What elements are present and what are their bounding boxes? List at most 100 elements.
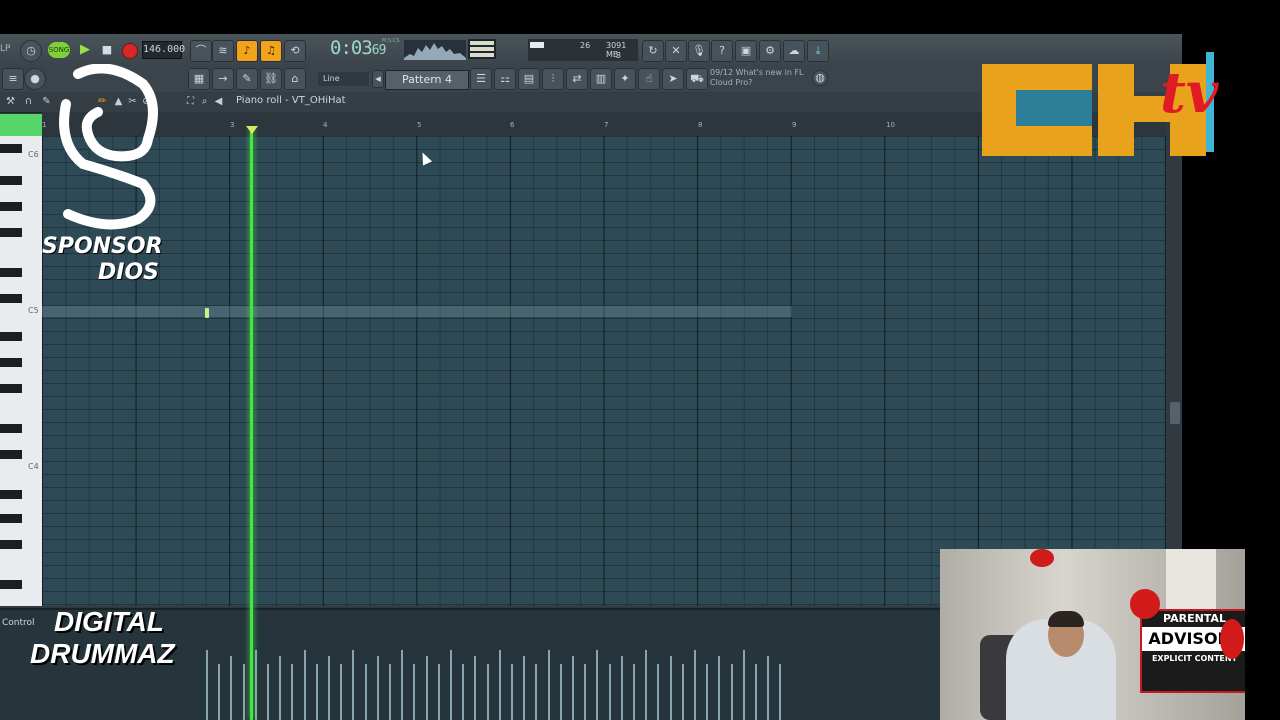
velocity-stem[interactable] bbox=[474, 656, 477, 720]
loop-record-icon[interactable]: ⟲ bbox=[284, 40, 306, 62]
plugin-icon[interactable]: ⚙ bbox=[759, 40, 781, 62]
velocity-stem[interactable] bbox=[425, 656, 428, 720]
velocity-stem[interactable] bbox=[596, 650, 599, 720]
channel-rack-icon[interactable]: ⚏ bbox=[494, 68, 516, 90]
black-key[interactable] bbox=[0, 580, 22, 589]
velocity-stem[interactable] bbox=[437, 664, 440, 720]
black-key[interactable] bbox=[0, 202, 22, 211]
velocity-stem[interactable] bbox=[718, 656, 721, 720]
note[interactable] bbox=[205, 308, 209, 318]
velocity-stem[interactable] bbox=[535, 664, 538, 720]
velocity-stem[interactable] bbox=[633, 664, 635, 720]
velocity-stem[interactable] bbox=[620, 656, 623, 720]
velocity-stem[interactable] bbox=[315, 664, 318, 720]
save-icon[interactable]: ▣ bbox=[735, 40, 757, 62]
velocity-stem[interactable] bbox=[328, 656, 330, 720]
cart-icon[interactable]: ⛟ bbox=[686, 68, 708, 90]
velocity-stem[interactable] bbox=[462, 664, 465, 720]
help-icon[interactable]: ? bbox=[711, 40, 733, 62]
velocity-stem[interactable] bbox=[486, 664, 489, 720]
velocity-stem[interactable] bbox=[779, 664, 782, 720]
arrow-icon[interactable]: → bbox=[212, 68, 234, 90]
black-key[interactable] bbox=[0, 228, 22, 237]
step-edit-icon[interactable]: ♫ bbox=[260, 40, 282, 62]
velocity-stem[interactable] bbox=[230, 656, 233, 720]
velocity-stem[interactable] bbox=[730, 664, 733, 720]
velocity-stem[interactable] bbox=[523, 656, 526, 720]
undo-icon[interactable]: ↻ bbox=[642, 40, 664, 62]
vertical-scrollbar[interactable] bbox=[1168, 136, 1182, 606]
browser-icon[interactable]: ▥ bbox=[590, 68, 612, 90]
piano-keyboard[interactable]: C6 C5 C4 bbox=[0, 136, 42, 606]
velocity-stem[interactable] bbox=[352, 650, 355, 720]
velocity-stem[interactable] bbox=[206, 650, 208, 720]
velocity-stem[interactable] bbox=[742, 650, 745, 720]
velocity-stem[interactable] bbox=[303, 650, 306, 720]
select-icon[interactable]: ⛶ bbox=[184, 95, 197, 108]
plugin-picker-icon[interactable]: ✦ bbox=[614, 68, 636, 90]
velocity-stem[interactable] bbox=[511, 664, 513, 720]
velocity-stem[interactable] bbox=[340, 664, 343, 720]
playhead[interactable] bbox=[250, 130, 253, 720]
record-button[interactable] bbox=[122, 43, 138, 59]
knob-icon[interactable]: ● bbox=[24, 68, 46, 90]
brush-icon[interactable]: ✎ bbox=[236, 68, 258, 90]
stamp-icon[interactable]: ⌂ bbox=[284, 68, 306, 90]
black-key[interactable] bbox=[0, 384, 22, 393]
black-key[interactable] bbox=[0, 540, 22, 549]
routing-icon[interactable]: ⇄ bbox=[566, 68, 588, 90]
velocity-stem[interactable] bbox=[547, 650, 550, 720]
velocity-stem[interactable] bbox=[608, 664, 611, 720]
script-icon[interactable]: ➤ bbox=[662, 68, 684, 90]
black-key[interactable] bbox=[0, 268, 22, 277]
metronome-icon[interactable]: ◷ bbox=[20, 40, 42, 62]
black-key[interactable] bbox=[0, 450, 22, 459]
velocity-stem[interactable] bbox=[291, 664, 294, 720]
velocity-stem[interactable] bbox=[401, 650, 404, 720]
velocity-stem[interactable] bbox=[498, 650, 501, 720]
mic-icon[interactable]: 🎙 bbox=[688, 40, 710, 62]
velocity-stem[interactable] bbox=[645, 650, 648, 720]
velocity-stem[interactable] bbox=[755, 664, 757, 720]
velocity-stem[interactable] bbox=[706, 664, 709, 720]
playhead-marker[interactable] bbox=[246, 126, 258, 134]
velocity-stem[interactable] bbox=[364, 664, 367, 720]
velocity-stem[interactable] bbox=[767, 656, 770, 720]
news-panel[interactable]: 09/12 What's new in FL Cloud Pro? bbox=[710, 68, 820, 88]
black-key[interactable] bbox=[0, 294, 22, 303]
tempo-display[interactable]: 146.000 bbox=[142, 41, 185, 59]
wait-input-icon[interactable]: ≋ bbox=[212, 40, 234, 62]
stop-button[interactable]: ■ bbox=[98, 40, 116, 60]
link-icon[interactable]: ⛓ bbox=[260, 68, 282, 90]
velocity-stem[interactable] bbox=[450, 650, 452, 720]
master-volume-meter[interactable] bbox=[468, 39, 496, 59]
black-key[interactable] bbox=[0, 424, 22, 433]
black-key[interactable] bbox=[0, 490, 22, 499]
velocity-stem[interactable] bbox=[694, 650, 696, 720]
velocity-stem[interactable] bbox=[559, 664, 562, 720]
scroll-thumb[interactable] bbox=[1170, 402, 1180, 424]
black-key[interactable] bbox=[0, 144, 22, 153]
pattern-selector[interactable]: Pattern 4 bbox=[385, 70, 469, 90]
zoom-icon[interactable]: ⌕ bbox=[198, 95, 211, 108]
velocity-stem[interactable] bbox=[254, 650, 257, 720]
velocity-stem[interactable] bbox=[584, 664, 587, 720]
black-key[interactable] bbox=[0, 332, 22, 341]
velocity-stem[interactable] bbox=[389, 664, 391, 720]
magnet-icon[interactable]: ∩ bbox=[22, 95, 35, 108]
velocity-stem[interactable] bbox=[657, 664, 660, 720]
piano-roll-icon[interactable]: ▦ bbox=[188, 68, 210, 90]
velocity-stem[interactable] bbox=[279, 656, 282, 720]
velocity-stem[interactable] bbox=[218, 664, 221, 720]
download-icon[interactable]: ⤓ bbox=[807, 40, 829, 62]
snap-select[interactable]: Line bbox=[318, 72, 369, 86]
velocity-stem[interactable] bbox=[413, 664, 416, 720]
loop-region[interactable] bbox=[0, 114, 42, 136]
speaker-icon[interactable]: ◀ bbox=[212, 95, 225, 108]
globe-icon[interactable]: ◍ bbox=[812, 70, 828, 86]
menu-icon[interactable]: ≡ bbox=[2, 68, 24, 90]
pattern-prev-icon[interactable]: ◂ bbox=[372, 70, 384, 88]
mixer-link-icon[interactable]: ✕ bbox=[665, 40, 687, 62]
play-button[interactable]: ▶ bbox=[76, 40, 94, 60]
song-mode-toggle[interactable]: SONG bbox=[48, 42, 70, 58]
